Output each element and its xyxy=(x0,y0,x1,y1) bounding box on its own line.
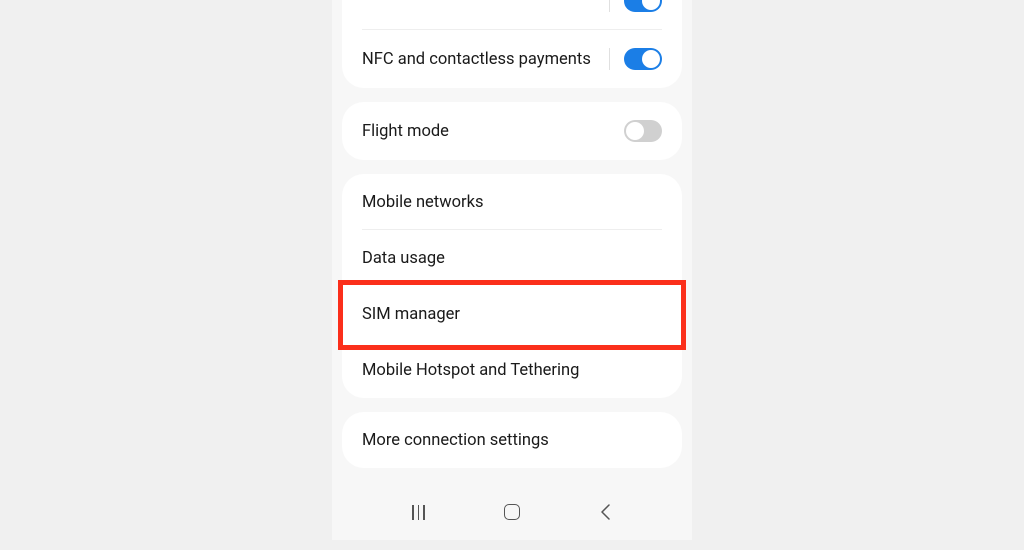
row-hotspot[interactable]: Mobile Hotspot and Tethering xyxy=(342,342,682,398)
more-connection-label: More connection settings xyxy=(362,431,662,450)
nfc-toggle-wrap xyxy=(609,48,662,70)
phone-screen: Bluetooth NFC and contactless payments F… xyxy=(332,0,692,540)
back-icon xyxy=(599,503,611,521)
bluetooth-toggle-wrap xyxy=(609,0,662,12)
home-icon xyxy=(504,504,520,520)
recents-button[interactable] xyxy=(399,500,439,524)
home-button[interactable] xyxy=(492,500,532,524)
row-flight-mode[interactable]: Flight mode xyxy=(342,102,682,160)
settings-group-flight: Flight mode xyxy=(342,102,682,160)
bluetooth-toggle[interactable] xyxy=(624,0,662,12)
row-bluetooth[interactable]: Bluetooth xyxy=(342,0,682,30)
flight-mode-label: Flight mode xyxy=(362,122,624,141)
nfc-toggle[interactable] xyxy=(624,48,662,70)
row-mobile-networks[interactable]: Mobile networks xyxy=(342,174,682,230)
settings-group-toggles: Bluetooth NFC and contactless payments xyxy=(342,0,682,88)
recents-icon xyxy=(412,505,425,520)
toggle-divider xyxy=(609,48,610,70)
settings-group-network: Mobile networks Data usage SIM manager M… xyxy=(342,174,682,398)
data-usage-label: Data usage xyxy=(362,249,662,268)
row-more-connection[interactable]: More connection settings xyxy=(342,412,682,468)
row-nfc[interactable]: NFC and contactless payments xyxy=(342,30,682,88)
navigation-bar xyxy=(332,492,692,532)
row-data-usage[interactable]: Data usage xyxy=(342,230,682,286)
back-button[interactable] xyxy=(585,500,625,524)
sim-manager-label: SIM manager xyxy=(362,305,662,324)
row-sim-manager[interactable]: SIM manager xyxy=(342,286,682,342)
toggle-divider xyxy=(609,0,610,12)
hotspot-label: Mobile Hotspot and Tethering xyxy=(362,361,662,380)
mobile-networks-label: Mobile networks xyxy=(362,193,662,212)
nfc-label: NFC and contactless payments xyxy=(362,50,609,69)
settings-group-more: More connection settings xyxy=(342,412,682,468)
flight-mode-toggle[interactable] xyxy=(624,120,662,142)
